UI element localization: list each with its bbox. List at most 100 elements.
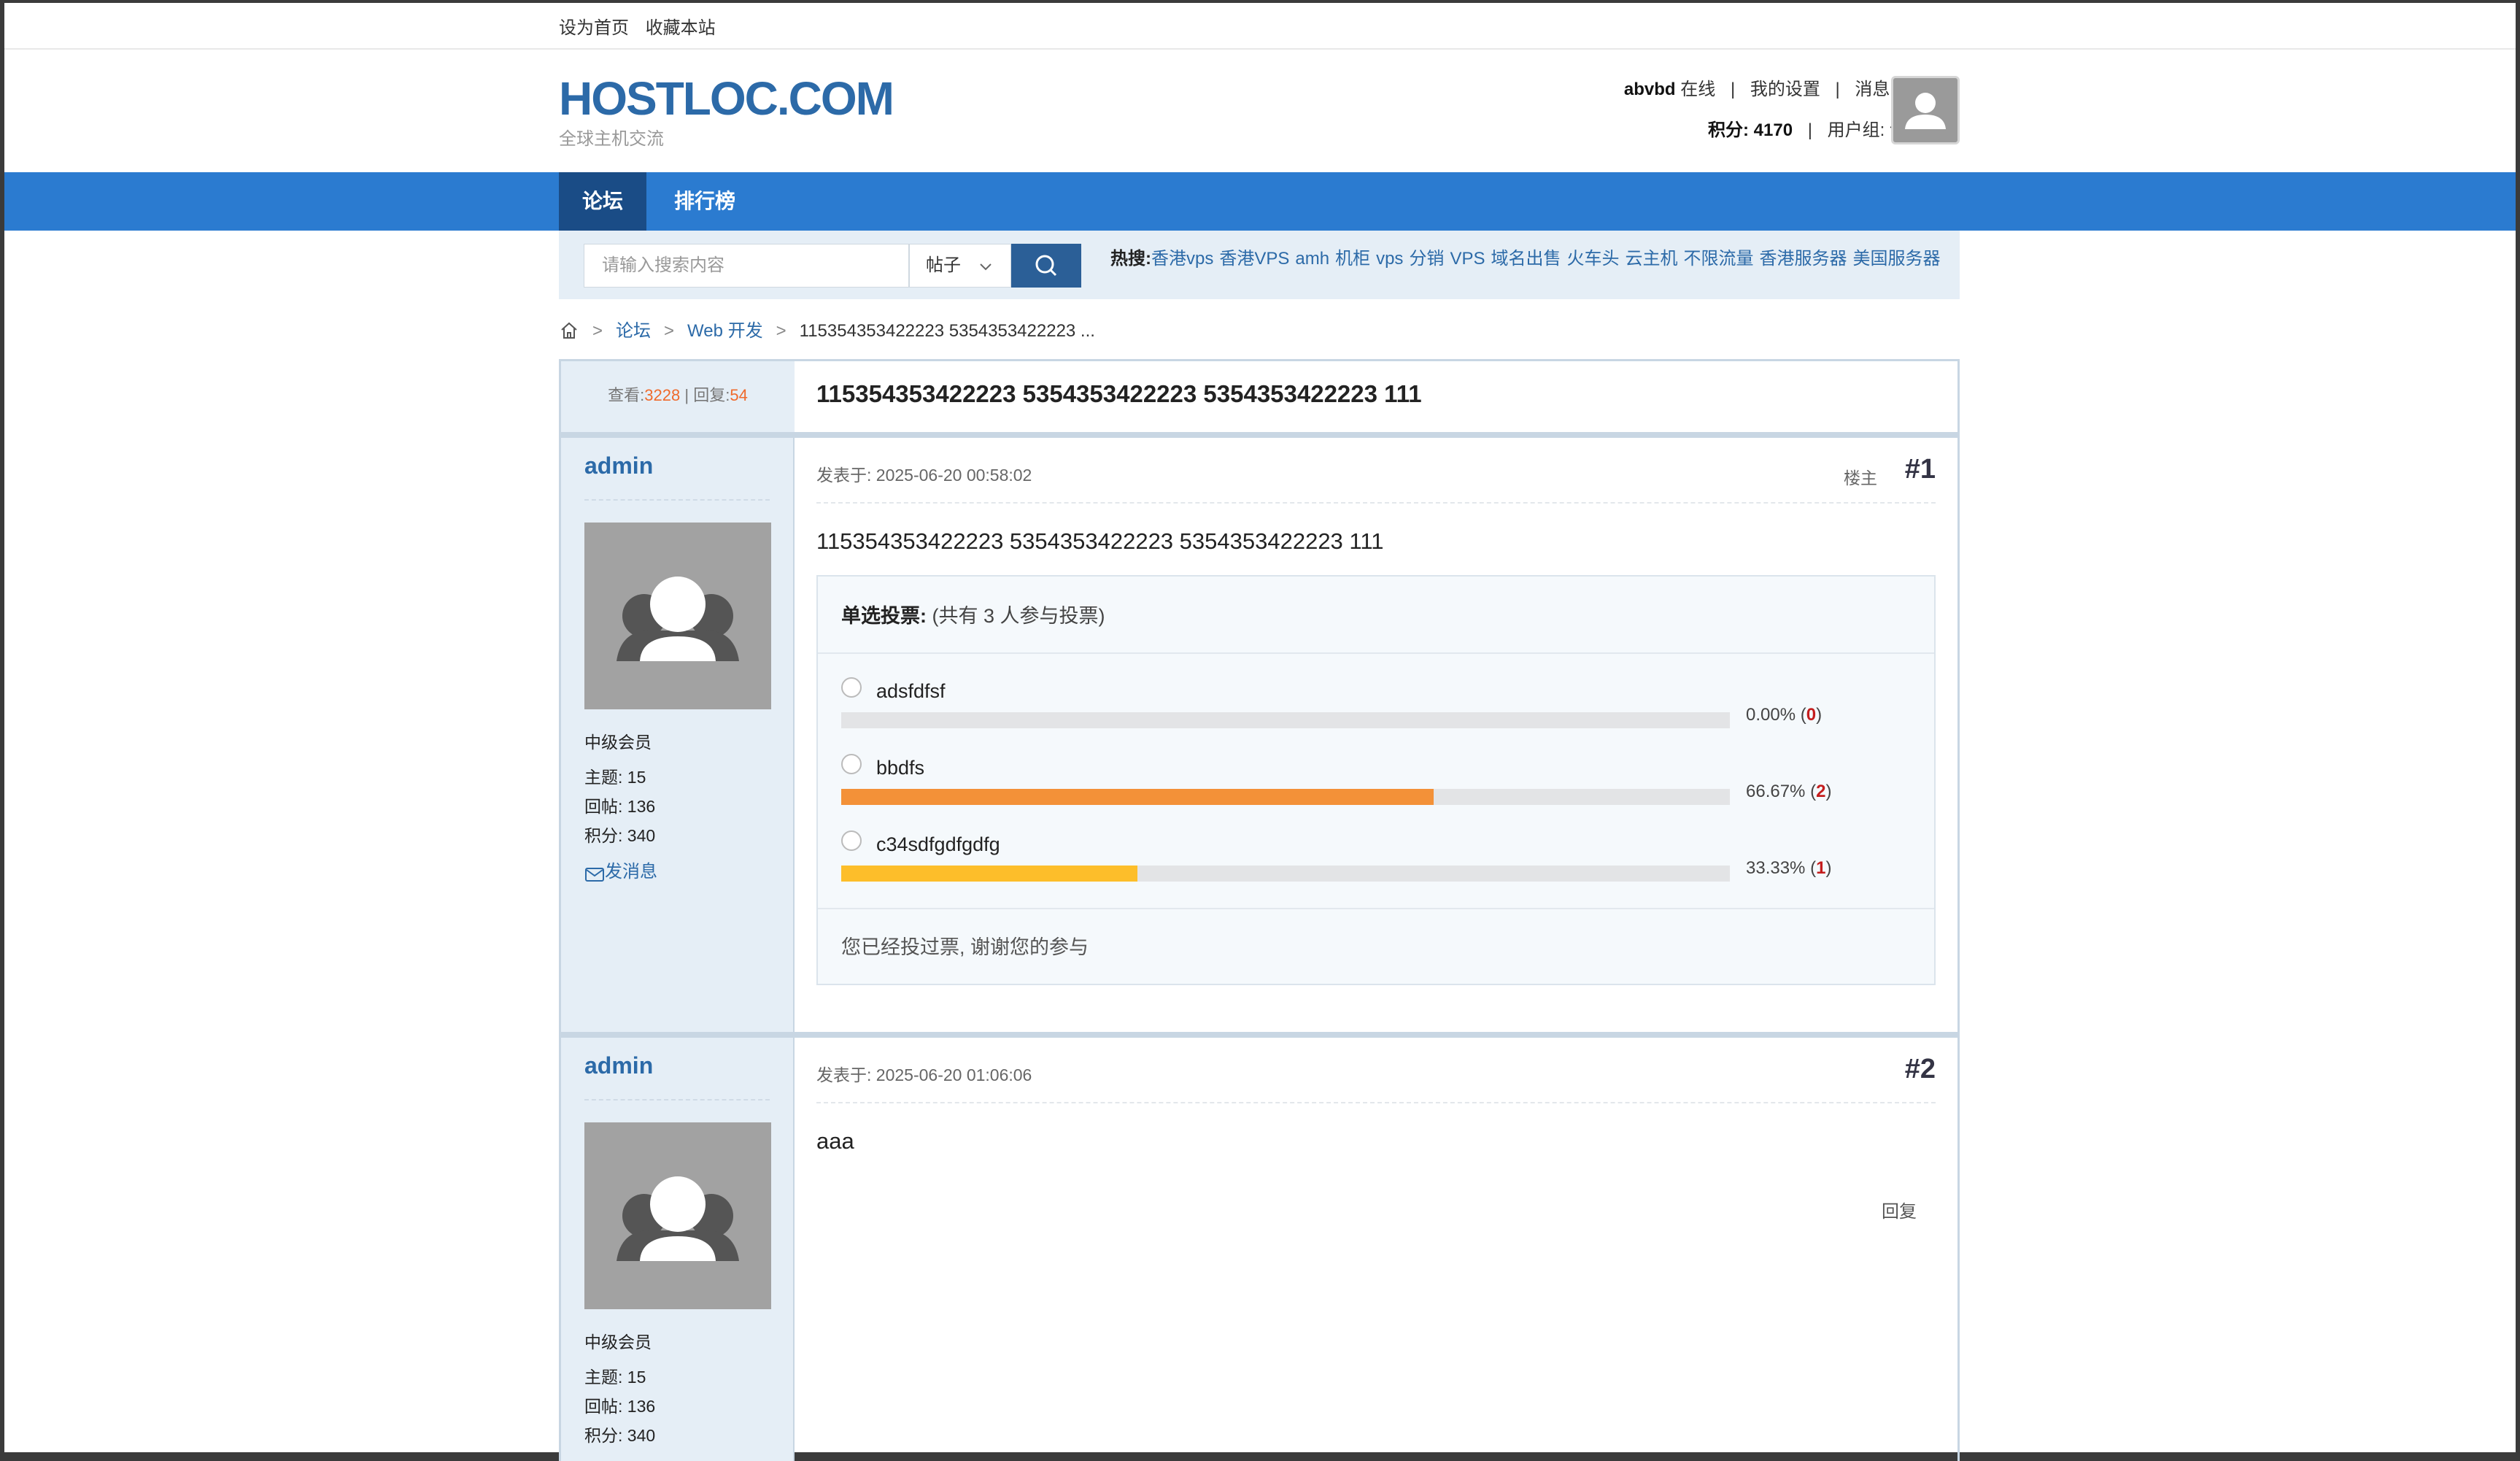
poll-option-result: 66.67% (2) <box>1746 782 1832 801</box>
poll-title: 单选投票: <box>841 605 927 627</box>
hot-term[interactable]: 美国服务器 <box>1852 249 1940 269</box>
post-author-name[interactable]: admin <box>584 1052 653 1079</box>
hot-term[interactable]: 分销 <box>1409 249 1444 269</box>
online-status[interactable]: 在线 <box>1680 80 1715 99</box>
divider <box>561 432 1957 438</box>
hot-search-label: 热搜: <box>1110 249 1151 269</box>
divider <box>816 502 1936 504</box>
divider <box>818 908 1934 909</box>
divider <box>818 652 1934 654</box>
hot-term[interactable]: vps <box>1376 249 1403 269</box>
site-tagline: 全球主机交流 <box>559 129 664 149</box>
post-floor-number[interactable]: #1 <box>1905 454 1936 485</box>
set-homepage-link[interactable]: 设为首页 <box>559 18 629 38</box>
bookmark-link[interactable]: 收藏本站 <box>646 18 716 38</box>
poll-option-count: 2 <box>1816 782 1826 801</box>
views-label: 查看: <box>608 386 645 404</box>
user-points[interactable]: 积分: 4170 <box>1708 120 1793 140</box>
divider <box>584 1099 770 1100</box>
poll-box: 单选投票: (共有 3 人参与投票) adsfdfsf 0.00% (0) bb… <box>816 575 1936 985</box>
hot-term[interactable]: 香港VPS <box>1219 249 1289 269</box>
post-body: aaa <box>816 1128 854 1154</box>
poll-option-radio[interactable] <box>841 830 862 851</box>
post-2: admin 中级会员 主题: 15 回帖: 136 积分: 340 发表于: 2… <box>561 1038 1957 1461</box>
envelope-icon <box>585 868 604 882</box>
search-input[interactable]: 请输入搜索内容 <box>584 244 909 288</box>
hot-term[interactable]: 不限流量 <box>1683 249 1753 269</box>
poll-bar-track <box>841 789 1730 805</box>
thread-title: 115354353422223 5354353422223 5354353422… <box>816 380 1422 407</box>
hot-term[interactable]: VPS <box>1450 249 1485 269</box>
thread-header: 查看:3228 | 回复:54 115354353422223 53543534… <box>561 359 1957 432</box>
settings-link[interactable]: 我的设置 <box>1750 80 1820 99</box>
post-author-points: 积分: 340 <box>584 826 656 845</box>
post-date: 发表于: 2025-06-20 01:06:06 <box>816 1065 1032 1084</box>
poll-option-radio[interactable] <box>841 754 862 774</box>
breadcrumb-current: 115354353422223 5354353422223 ... <box>799 321 1095 341</box>
post-author-posts: 回帖: 136 <box>584 1397 656 1416</box>
thread-container: 查看:3228 | 回复:54 115354353422223 53543534… <box>559 359 1960 1461</box>
messages-link[interactable]: 消息 <box>1855 80 1890 99</box>
chevron-down-icon <box>980 263 992 271</box>
username-link[interactable]: abvbd <box>1624 80 1676 99</box>
hot-term[interactable]: 机柜 <box>1335 249 1370 269</box>
post-author-rank: 中级会员 <box>584 1333 652 1352</box>
nav-ranking[interactable]: 排行榜 <box>661 172 749 231</box>
poll-option-radio[interactable] <box>841 677 862 698</box>
avatar-icon <box>617 1176 739 1261</box>
breadcrumb-forum[interactable]: 论坛 <box>616 321 651 341</box>
poll-option: adsfdfsf 0.00% (0) <box>841 677 1863 747</box>
post-author-avatar[interactable] <box>584 1122 771 1309</box>
post-author-posts: 回帖: 136 <box>584 797 656 816</box>
search-bar: 请输入搜索内容 帖子 热搜:香港vps 香港VPS amh 机柜 vps 分销 VPS 域名出… <box>559 231 1960 299</box>
post-role: 楼主 <box>1844 469 1877 487</box>
poll-bar-fill <box>841 866 1137 882</box>
hot-term[interactable]: 香港服务器 <box>1759 249 1847 269</box>
site-logo[interactable]: HOSTLOC.COM <box>559 72 894 126</box>
poll-voted-notice: 您已经投过票, 谢谢您的参与 <box>841 936 1089 958</box>
hot-term[interactable]: 云主机 <box>1625 249 1677 269</box>
stats-separator: | <box>684 386 689 404</box>
post-author-name[interactable]: admin <box>584 452 653 479</box>
top-links-bar: 设为首页 收藏本站 <box>4 3 2516 50</box>
hot-term[interactable]: 域名出售 <box>1491 249 1561 269</box>
post-author-avatar[interactable] <box>584 523 771 709</box>
poll-subtitle: (共有 3 人参与投票) <box>932 605 1105 627</box>
nav-forum[interactable]: 论坛 <box>559 172 646 231</box>
reply-button[interactable]: 回复 <box>1882 1197 1917 1222</box>
search-icon <box>1035 255 1057 277</box>
post-author-rank: 中级会员 <box>584 733 652 752</box>
main-nav: 论坛 排行榜 <box>4 172 2516 231</box>
user-avatar-icon <box>1905 93 1946 129</box>
post-author-points: 积分: 340 <box>584 1426 656 1445</box>
post-author-panel: admin 中级会员 主题: 15 回帖: 136 积分: 340 发消息 <box>561 438 795 1032</box>
user-avatar[interactable] <box>1891 76 1960 144</box>
send-message-button[interactable]: 发消息 <box>584 857 657 883</box>
avatar-icon <box>617 577 739 661</box>
post-floor-number[interactable]: #2 <box>1905 1054 1936 1085</box>
poll-option-result: 0.00% (0) <box>1746 705 1823 725</box>
hot-term[interactable]: 火车头 <box>1566 249 1619 269</box>
post-date: 发表于: 2025-06-20 00:58:02 <box>816 466 1032 485</box>
poll-option-percent: 33.33% <box>1746 858 1806 878</box>
views-count: 3228 <box>644 386 681 404</box>
search-type-select[interactable]: 帖子 <box>909 244 1011 288</box>
poll-option: c34sdfgdfgdfg 33.33% (1) <box>841 830 1863 901</box>
poll-bar-fill <box>841 789 1434 805</box>
search-type-label: 帖子 <box>926 255 961 275</box>
poll-bar-track <box>841 866 1730 882</box>
divider <box>816 1102 1936 1103</box>
hot-term[interactable]: 香港vps <box>1151 249 1213 269</box>
replies-label: 回复: <box>693 386 730 404</box>
send-message-label: 发消息 <box>605 862 657 882</box>
post-author-topics: 主题: 15 <box>584 768 646 787</box>
post-author-panel: admin 中级会员 主题: 15 回帖: 136 积分: 340 <box>561 1038 795 1461</box>
search-button[interactable] <box>1011 244 1081 288</box>
post-body: 115354353422223 5354353422223 5354353422… <box>816 528 1384 554</box>
divider <box>584 499 770 501</box>
poll-option-count: 0 <box>1806 705 1817 725</box>
hot-term[interactable]: amh <box>1295 249 1329 269</box>
breadcrumb-section[interactable]: Web 开发 <box>687 321 763 341</box>
post-1: admin 中级会员 主题: 15 回帖: 136 积分: 340 发消息 发表… <box>561 438 1957 1032</box>
home-icon[interactable] <box>559 320 579 341</box>
